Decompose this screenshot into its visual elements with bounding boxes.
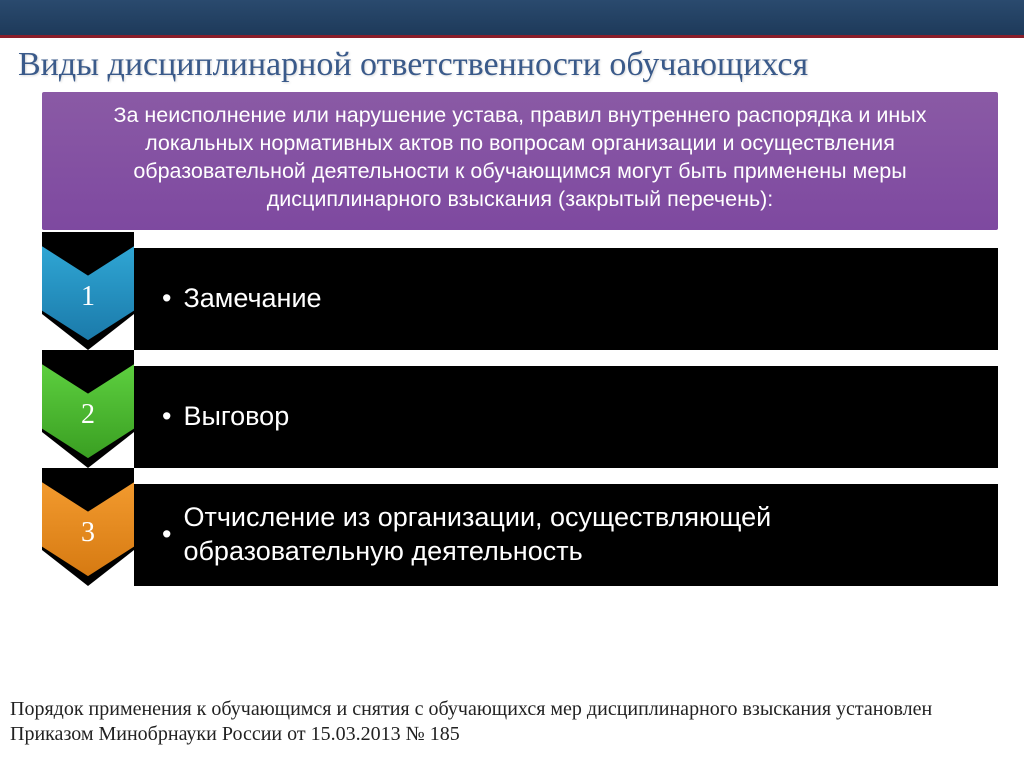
chevron-marker-1: 1 — [42, 232, 134, 350]
item-text: Выговор — [183, 400, 289, 434]
item-text: Замечание — [183, 282, 321, 316]
item-text: Отчисление из организации, осуществляюще… — [183, 501, 978, 569]
chevron-marker-3: 3 — [42, 468, 134, 586]
bullet-icon: • — [162, 400, 171, 434]
chevron-marker-2: 2 — [42, 350, 134, 468]
list-item: 1 • Замечание — [42, 232, 998, 350]
bullet-icon: • — [162, 282, 171, 316]
list-item: 3 • Отчисление из организации, осуществл… — [42, 468, 998, 586]
item-body: • Выговор — [134, 366, 998, 468]
item-number: 3 — [81, 517, 95, 549]
item-number: 2 — [81, 399, 95, 431]
item-number: 1 — [81, 281, 95, 313]
slide-title: Виды дисциплинарной ответственности обуч… — [0, 38, 1024, 88]
measures-list: 1 • Замечание 2 • Выговор — [42, 232, 998, 586]
top-bar — [0, 0, 1024, 38]
footer-note: Порядок применения к обучающимся и сняти… — [10, 697, 1014, 747]
item-body: • Отчисление из организации, осуществляю… — [134, 484, 998, 586]
item-body: • Замечание — [134, 248, 998, 350]
intro-box: За неисполнение или нарушение устава, пр… — [42, 92, 998, 230]
list-item: 2 • Выговор — [42, 350, 998, 468]
bullet-icon: • — [162, 518, 171, 552]
